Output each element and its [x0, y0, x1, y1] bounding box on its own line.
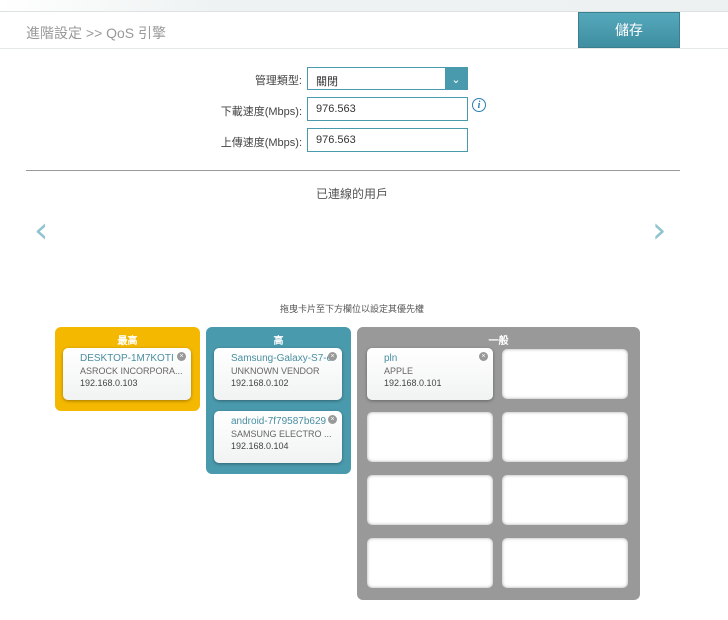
- client-ip: 192.168.0.101: [384, 378, 442, 388]
- section-divider: [26, 170, 680, 171]
- info-icon[interactable]: i: [472, 98, 486, 112]
- close-icon[interactable]: ×: [328, 352, 337, 361]
- client-vendor: APPLE: [384, 366, 414, 376]
- zone-title: 一般: [488, 336, 509, 347]
- mgmt-type-select[interactable]: 關閉 ⌄: [307, 67, 468, 90]
- chevron-right-icon[interactable]: ›: [652, 210, 666, 251]
- zone-title: 最高: [117, 336, 138, 347]
- connected-clients-title: 已連線的用戶: [315, 187, 388, 201]
- download-speed-input[interactable]: 976.563: [307, 97, 468, 121]
- empty-slot[interactable]: [367, 412, 493, 462]
- close-icon[interactable]: ×: [177, 352, 186, 361]
- client-card[interactable]: android-7f79587b629 SAMSUNG ELECTRO ... …: [214, 411, 342, 463]
- upload-speed-input[interactable]: 976.563: [307, 128, 468, 152]
- header-divider: [0, 48, 728, 49]
- client-name: Samsung-Galaxy-S7-e: [231, 353, 333, 364]
- client-ip: 192.168.0.102: [231, 378, 289, 388]
- close-icon[interactable]: ×: [479, 352, 488, 361]
- mgmt-type-value: 關閉: [316, 76, 338, 88]
- empty-slot[interactable]: [502, 475, 628, 525]
- client-name: android-7f79587b629: [231, 416, 327, 427]
- upload-speed-label: 上傳速度(Mbps):: [220, 137, 302, 149]
- client-name: DESKTOP-1M7KOTI: [80, 353, 174, 364]
- client-ip: 192.168.0.103: [80, 378, 138, 388]
- empty-slot[interactable]: [367, 475, 493, 525]
- empty-slot[interactable]: [502, 412, 628, 462]
- client-card[interactable]: pln APPLE 192.168.0.101 ×: [367, 348, 493, 400]
- zone-title: 高: [273, 336, 284, 347]
- breadcrumb: 進階設定 >> QoS 引擎: [26, 25, 167, 41]
- close-icon[interactable]: ×: [328, 415, 337, 424]
- chevron-left-icon[interactable]: ‹: [34, 210, 48, 251]
- empty-slot[interactable]: [502, 538, 628, 588]
- chevron-down-icon[interactable]: ⌄: [445, 68, 467, 90]
- client-card[interactable]: DESKTOP-1M7KOTI ASROCK INCORPORA... 192.…: [63, 348, 191, 400]
- client-vendor: SAMSUNG ELECTRO ...: [231, 429, 332, 439]
- save-button[interactable]: 儲存: [578, 12, 680, 48]
- client-ip: 192.168.0.104: [231, 441, 289, 451]
- download-speed-label: 下載速度(Mbps):: [220, 106, 302, 118]
- client-name: pln: [384, 353, 398, 364]
- top-bar: [0, 0, 728, 12]
- empty-slot[interactable]: [502, 349, 628, 399]
- mgmt-type-label: 管理類型:: [254, 75, 302, 87]
- client-vendor: ASROCK INCORPORA...: [80, 366, 183, 376]
- client-vendor: UNKNOWN VENDOR: [231, 366, 320, 376]
- empty-slot[interactable]: [367, 538, 493, 588]
- drag-hint: 拖曳卡片至下方欄位以設定其優先權: [279, 304, 424, 314]
- client-card[interactable]: Samsung-Galaxy-S7-e UNKNOWN VENDOR 192.1…: [214, 348, 342, 400]
